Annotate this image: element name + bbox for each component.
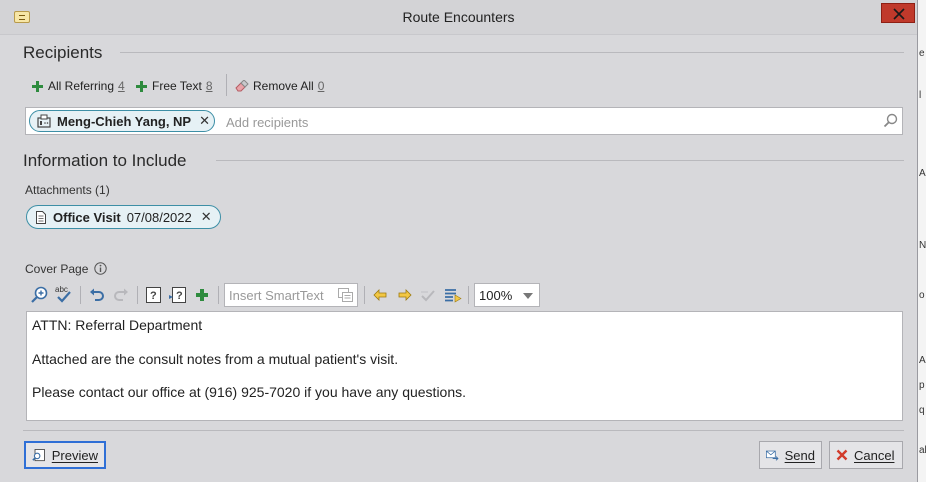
toolbar-separator <box>364 286 365 304</box>
add-icon[interactable] <box>194 283 210 307</box>
toolbar-separator <box>218 286 219 304</box>
cover-page-text: Cover Page <box>25 262 89 276</box>
smarttext-input[interactable]: Insert SmartText <box>224 283 358 307</box>
background-text: A <box>919 355 926 366</box>
editor-line: ATTN: Referral Department <box>32 317 203 333</box>
information-heading: Information to Include <box>23 151 187 170</box>
zoom-select[interactable]: 100% <box>474 283 540 307</box>
remove-all-button[interactable]: Remove All 0 <box>235 77 324 95</box>
toolbar-separator <box>137 286 138 304</box>
zoom-value: 100% <box>479 288 513 303</box>
route-encounters-dialog: Route Encounters Recipients All Referrin… <box>0 0 918 482</box>
search-icon[interactable] <box>883 113 898 128</box>
spellcheck-icon[interactable]: abc <box>54 283 74 307</box>
eraser-icon <box>235 80 249 92</box>
background-text: N <box>919 240 926 251</box>
section-divider <box>216 160 904 161</box>
send-button[interactable]: Send <box>759 441 822 469</box>
cover-page-label: Cover Page <box>25 262 107 276</box>
undo-icon[interactable] <box>88 283 106 307</box>
preview-label: Preview <box>51 447 98 463</box>
free-text-label: Free Text <box>152 79 202 93</box>
recipients-input[interactable]: Meng-Chieh Yang, NP ✕ Add recipients <box>25 107 903 135</box>
chevron-down-icon <box>523 293 533 299</box>
cancel-button[interactable]: Cancel <box>829 441 903 469</box>
free-text-button[interactable]: Free Text 8 <box>136 77 213 95</box>
previous-field-icon[interactable] <box>372 283 388 307</box>
all-referring-label: All Referring <box>48 79 115 93</box>
cancel-label: Cancel <box>854 447 895 463</box>
recipients-heading: Recipients <box>23 43 103 62</box>
all-referring-button[interactable]: All Referring 4 <box>32 77 125 95</box>
attachments-label: Attachments (1) <box>25 183 110 197</box>
recipient-chip[interactable]: Meng-Chieh Yang, NP ✕ <box>29 110 215 132</box>
toolbar-separator <box>468 286 469 304</box>
smarttext-icon[interactable] <box>338 288 353 302</box>
info-icon[interactable] <box>94 262 107 275</box>
preview-icon <box>32 448 45 461</box>
toolbar-separator <box>226 74 227 96</box>
close-icon <box>893 8 905 20</box>
smartlink-icon[interactable]: ? <box>145 283 163 307</box>
document-icon <box>36 210 46 224</box>
background-text: p <box>919 380 925 391</box>
window-title: Route Encounters <box>402 9 515 25</box>
remove-all-count: 0 <box>317 79 325 93</box>
next-field-icon[interactable] <box>397 283 413 307</box>
background-text: q <box>919 405 925 416</box>
remove-all-label: Remove All <box>253 79 314 93</box>
section-divider <box>120 52 904 53</box>
footer-divider <box>23 430 904 431</box>
background-text: al <box>919 445 926 456</box>
svg-text:?: ? <box>150 290 157 302</box>
smarttext-placeholder: Insert SmartText <box>229 288 324 303</box>
close-button[interactable] <box>881 3 915 23</box>
insert-list-icon[interactable] <box>444 283 462 307</box>
attachment-title: Office Visit <box>53 209 121 225</box>
plus-icon <box>136 80 147 92</box>
all-referring-count: 4 <box>118 79 125 93</box>
send-label: Send <box>784 447 815 463</box>
smartlist-icon[interactable]: ? <box>169 283 187 307</box>
preview-button[interactable]: Preview <box>24 441 106 469</box>
svg-text:abc: abc <box>55 285 68 294</box>
attachment-chip[interactable]: Office Visit 07/08/2022 ✕ <box>26 205 221 229</box>
background-text: l <box>919 90 922 101</box>
remove-recipient-icon[interactable]: ✕ <box>199 113 210 129</box>
cancel-icon <box>836 449 848 461</box>
remove-attachment-icon[interactable]: ✕ <box>201 209 212 225</box>
add-recipients-placeholder: Add recipients <box>226 115 309 130</box>
background-text: A <box>919 168 926 179</box>
background-text: o <box>919 290 925 301</box>
editor-line: Attached are the consult notes from a mu… <box>32 351 399 367</box>
svg-text:?: ? <box>176 290 183 302</box>
toolbar-separator <box>80 286 81 304</box>
recipient-chip-label: Meng-Chieh Yang, NP <box>57 113 192 129</box>
send-icon <box>766 450 779 461</box>
title-bar[interactable]: Route Encounters <box>0 0 917 35</box>
background-text: e <box>919 48 925 59</box>
editor-line: Please contact our office at (916) 925-7… <box>32 384 467 400</box>
accept-field-icon[interactable] <box>420 283 436 307</box>
cover-page-editor[interactable]: ATTN: Referral Department Attached are t… <box>26 311 903 421</box>
free-text-count: 8 <box>205 79 213 93</box>
zoom-in-icon[interactable] <box>30 283 50 307</box>
attachment-date: 07/08/2022 <box>126 209 192 225</box>
redo-icon[interactable] <box>112 283 130 307</box>
fax-icon <box>37 114 51 128</box>
plus-icon <box>32 80 43 92</box>
